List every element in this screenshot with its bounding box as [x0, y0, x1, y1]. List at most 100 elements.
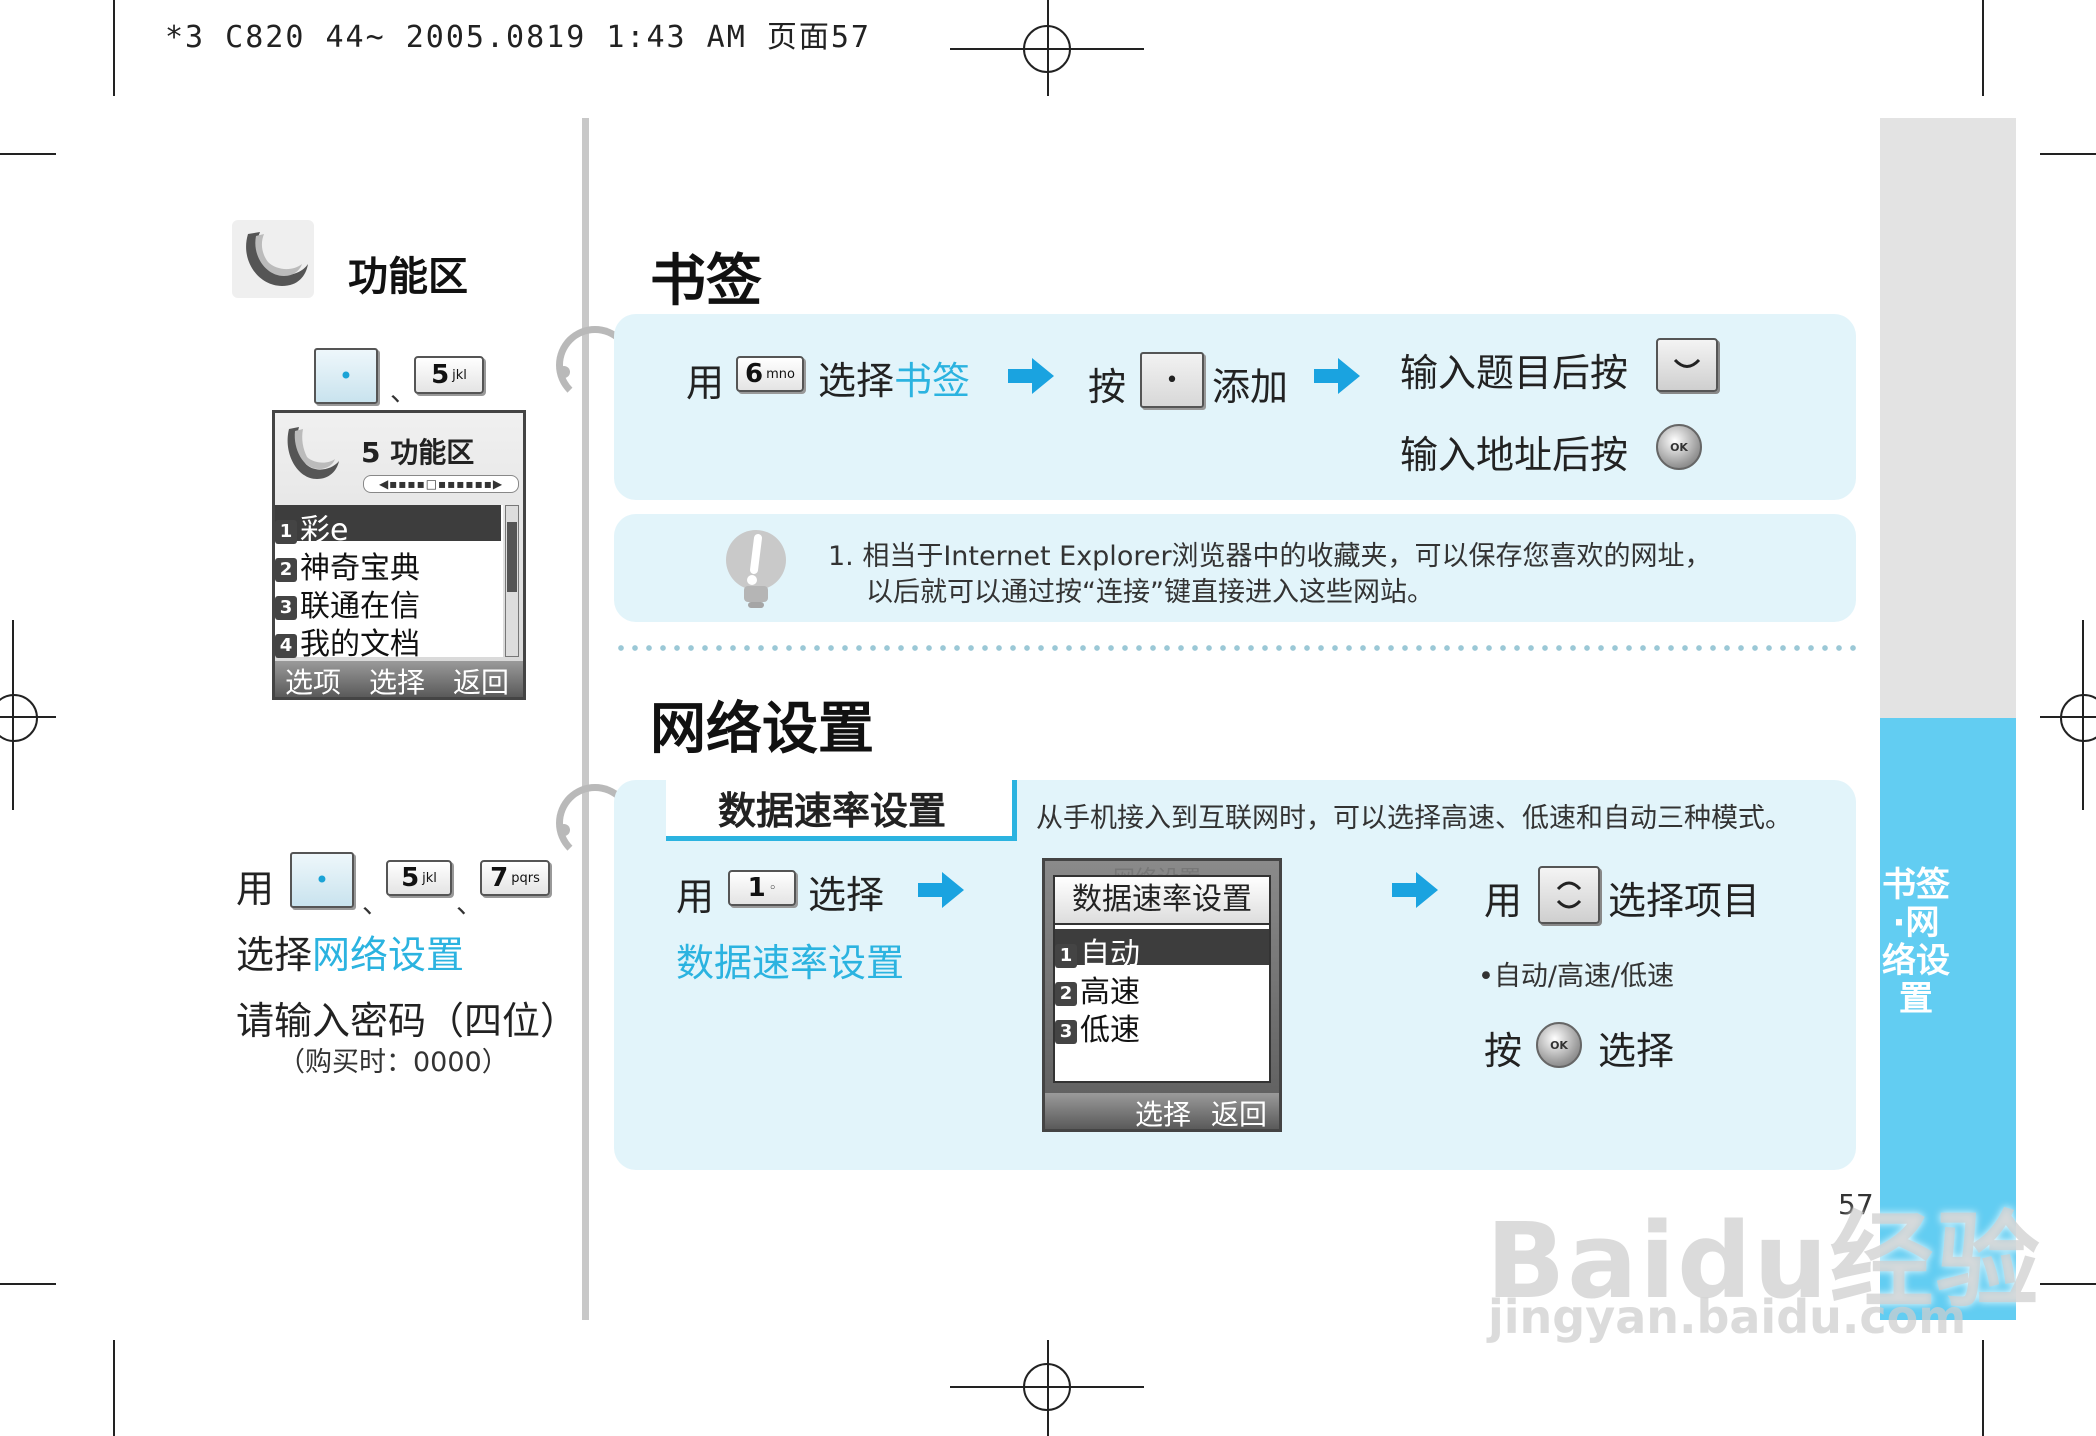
function-zone-title: 功能区	[348, 254, 468, 300]
dotted-separator	[614, 644, 1860, 652]
password-note: （购买时：0000）	[278, 1047, 509, 1078]
data-rate-screen: 网络设置 数据速率设置 1自动 2高速 3低速 选择 返回	[1042, 858, 1282, 1132]
key-letters: ◦	[768, 880, 777, 896]
select-target: 网络设置	[312, 933, 465, 977]
after-address-label: 输入地址后按	[1400, 433, 1629, 477]
bookmark-title: 书签	[650, 249, 762, 314]
crop-mark	[2040, 1283, 2096, 1285]
subsection-desc: 从手机接入到互联网时，可以选择高速、低速和自动三种模式。	[1036, 803, 1792, 834]
phone-menu-list: 1 彩e 2 神奇宝典 3 联通在信 4 我的文档	[275, 505, 503, 662]
crop-mark	[1982, 1340, 1984, 1436]
item-number: 1	[1055, 944, 1077, 968]
data-rate-popup: 数据速率设置 1 自动 2 高速 3 低速	[1053, 875, 1271, 1083]
key-5: 5 jkl	[414, 356, 484, 394]
use-label: 用	[676, 875, 715, 919]
list-item[interactable]: 4 我的文档	[275, 619, 501, 662]
key-letters: mno	[766, 366, 795, 382]
key-digit: 5	[431, 360, 450, 390]
arrow-right-icon	[1392, 872, 1438, 908]
password-prompt: 请输入密码（四位）	[236, 999, 579, 1043]
phone-menu-screen: 5 功能区 ◀▪▪▪▪□▪▪▪▪▪▪▶ 1 彩e 2 神奇宝典 3 联通在信 4 我的文…	[272, 410, 526, 700]
key-digit: 7	[490, 863, 509, 893]
add-label: 添加	[1212, 365, 1289, 409]
network-title: 网络设置	[650, 697, 874, 762]
tip-line-2: 以后就可以通过按“连接”键直接进入这些网站。	[866, 577, 1434, 608]
crop-mark	[113, 0, 115, 96]
use-label: 用	[686, 361, 725, 405]
scrollbar[interactable]	[505, 505, 519, 657]
list-item[interactable]: 1 自动	[1055, 929, 1269, 972]
registration-circle	[1023, 1363, 1071, 1411]
softkey-back[interactable]: 返回	[1211, 1093, 1267, 1133]
soft-key-down-icon	[1656, 338, 1718, 392]
watermark-url: jingyan.baidu.com	[1488, 1290, 1967, 1344]
hook-decoration	[558, 824, 570, 836]
nav-select-label: 选择项目	[1608, 879, 1761, 923]
column-divider	[582, 118, 589, 1320]
after-title-label: 输入题目后按	[1400, 351, 1629, 395]
list-item[interactable]: 1 彩e	[275, 505, 501, 548]
print-header: *3 C820 44~ 2005.0819 1:43 AM 页面57	[165, 20, 871, 55]
crop-mark	[0, 153, 56, 155]
press-label: 按	[1484, 1029, 1523, 1073]
item-number: 2	[275, 558, 297, 582]
tip-line-1: 1. 相当于Internet Explorer浏览器中的收藏夹，可以保存您喜欢的…	[828, 541, 1712, 572]
softkey-back[interactable]: 返回	[453, 661, 509, 701]
separator: 、	[456, 889, 483, 920]
key-letters: jkl	[452, 367, 467, 383]
key-digit: 5	[401, 863, 420, 893]
key-digit: 6	[745, 359, 764, 389]
softkey-select[interactable]: 选择	[369, 661, 425, 701]
press-label: 按	[1088, 365, 1127, 409]
item-label: 我的文档	[300, 627, 420, 662]
separator: 、	[390, 377, 417, 408]
key-letters: pqrs	[511, 870, 540, 886]
list-item[interactable]: 2 神奇宝典	[275, 543, 501, 586]
ok-key-icon: OK	[1656, 424, 1702, 470]
page-indicator: ◀▪▪▪▪□▪▪▪▪▪▪▶	[363, 475, 519, 493]
options-bullet: •自动/高速/低速	[1478, 961, 1675, 992]
select-prefix: 选择	[236, 933, 313, 977]
scrollbar-thumb[interactable]	[507, 522, 517, 592]
center-key-icon: •	[1140, 352, 1204, 408]
select-prefix: 选择	[818, 359, 895, 403]
use-label: 用	[1484, 879, 1523, 923]
arrow-right-icon	[1008, 358, 1054, 394]
item-label: 低速	[1080, 1013, 1140, 1048]
hook-decoration	[558, 366, 570, 378]
item-number: 4	[275, 634, 297, 658]
list-item[interactable]: 2 高速	[1055, 967, 1269, 1010]
registration-circle	[0, 694, 38, 742]
key-6: 6 mno	[736, 356, 804, 392]
popup-title: 数据速率设置	[1055, 877, 1269, 925]
softkey-select[interactable]: 选择	[1135, 1093, 1191, 1133]
crop-mark	[1982, 0, 1984, 96]
select-label: 选择	[808, 873, 885, 917]
center-key-icon: •	[314, 348, 378, 404]
arrow-right-icon	[918, 872, 964, 908]
key-letters: jkl	[422, 870, 437, 886]
registration-circle	[2060, 694, 2096, 742]
use-label: 用	[236, 867, 275, 911]
select-bookmark-line: 选择书签	[818, 350, 970, 405]
list-item[interactable]: 3 联通在信	[275, 581, 501, 624]
select-target: 数据速率设置	[676, 941, 905, 985]
subsection-title: 数据速率设置	[718, 789, 947, 833]
phone-menu-title: 5 功能区	[361, 436, 475, 469]
options-text: 自动/高速/低速	[1493, 961, 1675, 992]
key-1: 1 ◦	[728, 870, 796, 906]
lightbulb-icon	[726, 530, 786, 608]
key-digit: 1	[747, 873, 766, 903]
side-tab-label: 书签·网络设置	[1882, 865, 1950, 1019]
nav-updown-key-icon	[1538, 866, 1600, 924]
crop-mark	[0, 1283, 56, 1285]
press-select-label: 选择	[1598, 1029, 1675, 1073]
select-network-line: 选择网络设置	[236, 924, 464, 979]
softkey-options[interactable]: 选项	[285, 661, 341, 701]
item-number: 2	[1055, 982, 1077, 1006]
ok-key-icon: OK	[1536, 1022, 1582, 1068]
item-number: 1	[275, 520, 297, 544]
list-item[interactable]: 3 低速	[1055, 1005, 1269, 1048]
separator: 、	[362, 889, 389, 920]
key-7: 7 pqrs	[480, 860, 550, 896]
